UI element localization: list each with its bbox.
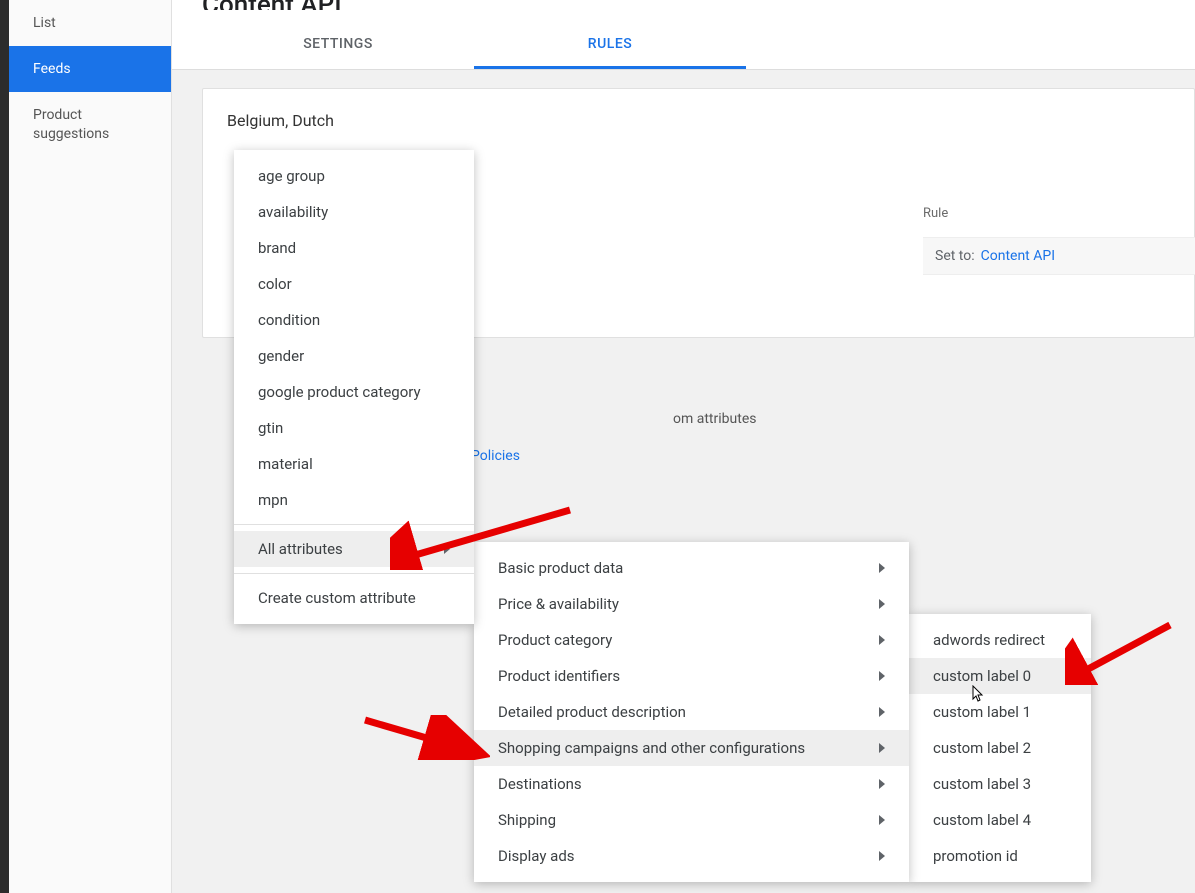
menu-item-material[interactable]: material bbox=[234, 446, 474, 482]
header: Content API SETTINGS RULES bbox=[172, 0, 1195, 70]
chevron-right-icon bbox=[879, 635, 885, 645]
menu-item-gender[interactable]: gender bbox=[234, 338, 474, 374]
submenu-item-destinations[interactable]: Destinations bbox=[474, 766, 909, 802]
chevron-right-icon bbox=[444, 544, 450, 554]
menu-divider bbox=[234, 524, 474, 525]
page-title: Content API bbox=[202, 0, 1165, 10]
menu-item-availability[interactable]: availability bbox=[234, 194, 474, 230]
menu-item-all-attributes[interactable]: All attributes bbox=[234, 531, 474, 567]
attribute-category-submenu: Basic product data Price & availability … bbox=[474, 542, 909, 882]
submenu-item-custom-label-0[interactable]: custom label 0 bbox=[909, 658, 1091, 694]
menu-item-label: Destinations bbox=[498, 775, 582, 793]
tab-settings[interactable]: SETTINGS bbox=[202, 22, 474, 69]
submenu-item-basic-product-data[interactable]: Basic product data bbox=[474, 550, 909, 586]
chevron-right-icon bbox=[879, 563, 885, 573]
window-edge bbox=[0, 0, 9, 893]
menu-item-label: Detailed product description bbox=[498, 703, 686, 721]
submenu-item-shipping[interactable]: Shipping bbox=[474, 802, 909, 838]
menu-divider bbox=[234, 573, 474, 574]
submenu-item-display-ads[interactable]: Display ads bbox=[474, 838, 909, 874]
menu-item-label: All attributes bbox=[258, 540, 343, 558]
submenu-item-product-identifiers[interactable]: Product identifiers bbox=[474, 658, 909, 694]
rule-set-to-label: Set to: bbox=[935, 248, 975, 264]
chevron-right-icon bbox=[879, 779, 885, 789]
chevron-right-icon bbox=[879, 671, 885, 681]
rule-row[interactable]: Set to: Content API bbox=[923, 237, 1195, 275]
chevron-right-icon bbox=[879, 815, 885, 825]
page-title-text: Content API bbox=[202, 0, 342, 10]
menu-item-brand[interactable]: brand bbox=[234, 230, 474, 266]
chevron-right-icon bbox=[879, 851, 885, 861]
submenu-item-custom-label-2[interactable]: custom label 2 bbox=[909, 730, 1091, 766]
menu-item-mpn[interactable]: mpn bbox=[234, 482, 474, 518]
custom-label-submenu: adwords redirect custom label 0 custom l… bbox=[909, 614, 1091, 882]
attribute-dropdown: age group availability brand color condi… bbox=[234, 150, 474, 624]
menu-item-label: Product category bbox=[498, 631, 612, 649]
sidebar-item-list[interactable]: List bbox=[9, 0, 171, 46]
menu-item-label: Product identifiers bbox=[498, 667, 620, 685]
chevron-right-icon bbox=[879, 743, 885, 753]
region-label: Belgium, Dutch bbox=[227, 111, 1170, 130]
menu-item-label: Price & availability bbox=[498, 595, 619, 613]
sidebar-item-product-suggestions[interactable]: Product suggestions bbox=[9, 92, 171, 156]
sidebar-item-feeds[interactable]: Feeds bbox=[9, 46, 171, 92]
menu-item-google-product-category[interactable]: google product category bbox=[234, 374, 474, 410]
menu-item-condition[interactable]: condition bbox=[234, 302, 474, 338]
submenu-item-custom-label-3[interactable]: custom label 3 bbox=[909, 766, 1091, 802]
menu-item-age-group[interactable]: age group bbox=[234, 158, 474, 194]
submenu-item-custom-label-1[interactable]: custom label 1 bbox=[909, 694, 1091, 730]
tabs: SETTINGS RULES bbox=[202, 22, 1165, 69]
menu-item-label: Display ads bbox=[498, 847, 575, 865]
submenu-item-adwords-redirect[interactable]: adwords redirect bbox=[909, 622, 1091, 658]
submenu-item-price-availability[interactable]: Price & availability bbox=[474, 586, 909, 622]
tab-rules[interactable]: RULES bbox=[474, 22, 746, 69]
submenu-item-detailed-product-description[interactable]: Detailed product description bbox=[474, 694, 909, 730]
menu-item-label: Shopping campaigns and other configurati… bbox=[498, 739, 805, 757]
submenu-item-promotion-id[interactable]: promotion id bbox=[909, 838, 1091, 874]
menu-item-gtin[interactable]: gtin bbox=[234, 410, 474, 446]
submenu-item-shopping-campaigns[interactable]: Shopping campaigns and other configurati… bbox=[474, 730, 909, 766]
menu-item-color[interactable]: color bbox=[234, 266, 474, 302]
rule-value-link[interactable]: Content API bbox=[981, 248, 1055, 264]
chevron-right-icon bbox=[879, 707, 885, 717]
sidebar: List Feeds Product suggestions bbox=[9, 0, 172, 893]
menu-item-label: Basic product data bbox=[498, 559, 623, 577]
submenu-item-custom-label-4[interactable]: custom label 4 bbox=[909, 802, 1091, 838]
chevron-right-icon bbox=[879, 599, 885, 609]
attributes-hint-fragment: om attributes bbox=[673, 411, 756, 427]
menu-item-label: Shipping bbox=[498, 811, 556, 829]
menu-item-create-custom-attribute[interactable]: Create custom attribute bbox=[234, 580, 474, 616]
rule-column-header: Rule bbox=[923, 206, 948, 221]
submenu-item-product-category[interactable]: Product category bbox=[474, 622, 909, 658]
